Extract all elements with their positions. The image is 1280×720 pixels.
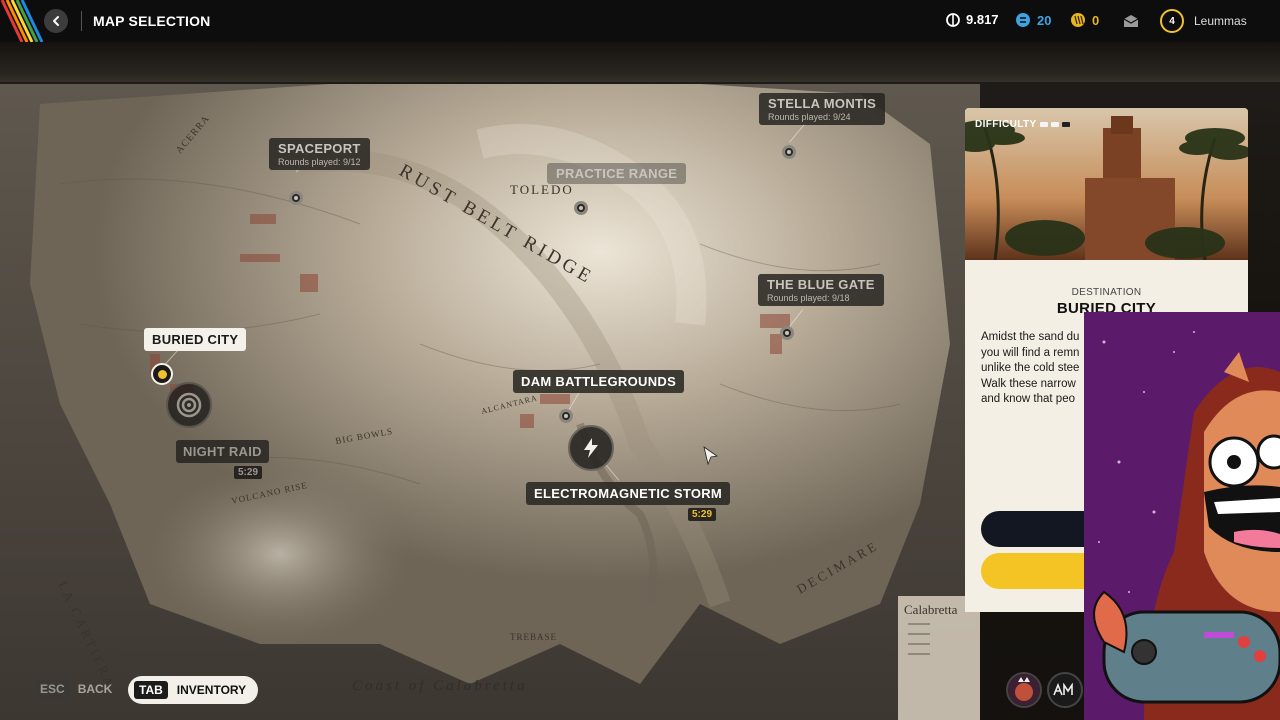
- coin-icon: [946, 12, 960, 27]
- mail-icon[interactable]: [1123, 14, 1139, 28]
- tokens-counter[interactable]: 0: [1070, 12, 1099, 28]
- cartoon-cat-gamer-illustration: [1084, 312, 1280, 720]
- username[interactable]: Leummas: [1194, 14, 1247, 28]
- poi-rounds: Rounds played: 9/12: [278, 157, 361, 167]
- night-raid-modifier-marker[interactable]: [166, 382, 212, 428]
- terrain-label-coast: Coast of Calabretta: [352, 678, 528, 694]
- lightning-icon: [584, 438, 598, 458]
- credits-value: 20: [1037, 12, 1052, 28]
- poi-label-stella-montis[interactable]: STELLA MONTIS Rounds played: 9/24: [759, 93, 886, 125]
- poi-label-electromagnetic-storm[interactable]: ELECTROMAGNETIC STORM: [526, 482, 731, 505]
- difficulty-pip: [1061, 122, 1070, 127]
- inventory-button[interactable]: TAB INVENTORY: [128, 676, 259, 704]
- poi-rounds: Rounds played: 9/18: [767, 293, 850, 303]
- poi-title: STELLA MONTIS: [768, 96, 877, 111]
- terrain-label-toledo: TOLEDO: [510, 182, 574, 197]
- party-member-avatar[interactable]: [1006, 672, 1042, 708]
- back-hint-label: BACK: [77, 682, 113, 696]
- mouse-cursor-icon: [703, 446, 719, 466]
- map-terrain: Calabretta RUST BELT RIDGE TOLEDO VOLCAN…: [0, 84, 980, 720]
- player-level-badge[interactable]: 4: [1160, 9, 1184, 33]
- esc-key-badge: ESC: [35, 680, 70, 698]
- poi-title: PRACTICE RANGE: [556, 166, 678, 181]
- back-button[interactable]: [44, 9, 68, 33]
- legend-title: Calabretta: [904, 602, 958, 617]
- poi-label-buried-city[interactable]: BURIED CITY: [144, 328, 247, 351]
- destination-preview-image: [965, 108, 1248, 260]
- poi-title: DAM BATTLEGROUNDS: [521, 374, 677, 389]
- poi-title: ELECTROMAGNETIC STORM: [534, 486, 723, 501]
- title-divider: [81, 11, 82, 31]
- poi-label-blue-gate[interactable]: THE BLUE GATE Rounds played: 9/18: [758, 274, 884, 306]
- poi-label-practice-range[interactable]: PRACTICE RANGE: [547, 163, 687, 184]
- back-hint[interactable]: ESC BACK: [35, 680, 112, 698]
- poi-title: THE BLUE GATE: [767, 277, 875, 292]
- poi-marker-spaceport[interactable]: [289, 191, 303, 205]
- terrain-label-trebase: TREBASE: [510, 632, 557, 642]
- credits-icon: [1016, 13, 1030, 27]
- poi-marker-dam[interactable]: [559, 409, 573, 423]
- poi-title: NIGHT RAID: [183, 444, 262, 459]
- coins-counter[interactable]: 9.817: [946, 12, 999, 27]
- selected-dot: [157, 369, 167, 379]
- tokens-value: 0: [1092, 12, 1100, 28]
- avatar-logo: [1053, 683, 1073, 696]
- rainbow-stripe-decoration: [0, 0, 44, 42]
- poi-marker-practice-range[interactable]: [574, 201, 588, 215]
- poi-label-dam-battlegrounds[interactable]: DAM BATTLEGROUNDS: [513, 370, 685, 393]
- poi-label-spaceport[interactable]: SPACEPORT Rounds played: 9/12: [269, 138, 370, 170]
- top-bar: MAP SELECTION 9.817 20 0 4 Leummas: [0, 0, 1280, 42]
- poi-marker-blue-gate[interactable]: [780, 326, 794, 340]
- chevron-left-icon: [53, 16, 59, 26]
- inventory-label: INVENTORY: [176, 683, 247, 697]
- page-title: MAP SELECTION: [93, 13, 211, 29]
- difficulty-pip: [1050, 122, 1059, 127]
- night-raid-icon: [176, 392, 202, 418]
- poi-label-night-raid[interactable]: NIGHT RAID: [176, 440, 269, 463]
- poi-marker-stella-montis[interactable]: [782, 145, 796, 159]
- destination-label: DESTINATION: [1071, 287, 1142, 298]
- poi-title: SPACEPORT: [278, 141, 361, 156]
- poi-title: BURIED CITY: [152, 332, 239, 347]
- avatar-portrait: [1008, 674, 1040, 706]
- difficulty-indicator: DIFFICULTY: [975, 119, 1070, 130]
- storm-timer: 5:29: [688, 508, 717, 521]
- world-map[interactable]: Calabretta RUST BELT RIDGE TOLEDO VOLCAN…: [0, 84, 980, 720]
- party-member-avatar-2[interactable]: [1047, 672, 1083, 708]
- difficulty-pip: [1039, 122, 1048, 127]
- coins-value: 9.817: [966, 12, 999, 27]
- storm-modifier-marker[interactable]: [568, 425, 614, 471]
- poi-rounds: Rounds played: 9/24: [768, 112, 851, 122]
- token-icon: [1071, 13, 1085, 27]
- tab-key-badge: TAB: [134, 681, 168, 699]
- streamer-overlay: [1084, 312, 1280, 720]
- wall-shelf-decoration: [0, 42, 1280, 82]
- credits-counter[interactable]: 20: [1015, 12, 1051, 28]
- night-raid-timer: 5:29: [234, 466, 263, 479]
- difficulty-label: DIFFICULTY: [975, 119, 1037, 130]
- poi-marker-buried-city-selected[interactable]: [151, 363, 173, 385]
